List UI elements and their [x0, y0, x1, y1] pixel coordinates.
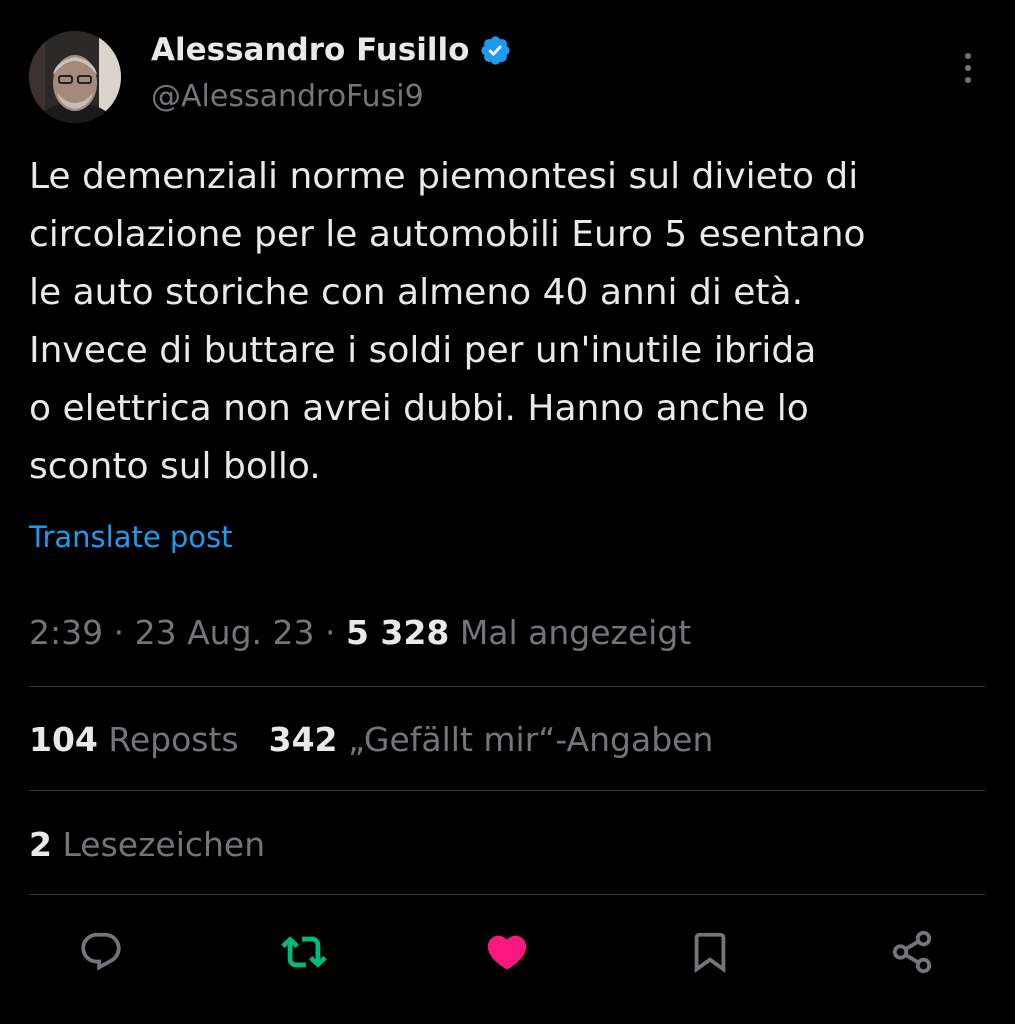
like-button[interactable]	[484, 929, 530, 975]
reposts-count: 104	[29, 720, 98, 759]
reposts-stat[interactable]: 104 Reposts	[29, 720, 239, 759]
likes-count: 342	[268, 720, 338, 759]
repost-button[interactable]	[281, 929, 327, 975]
more-dot	[965, 65, 971, 71]
divider	[29, 790, 986, 791]
bookmarks-stat[interactable]: 2 Lesezeichen	[29, 825, 265, 864]
tweet-text: Le demenziali norme piemontesi sul divie…	[29, 156, 866, 487]
repost-icon	[281, 936, 327, 968]
reply-icon	[81, 932, 121, 971]
divider	[29, 894, 986, 895]
tweet-date[interactable]: 23 Aug. 23	[135, 613, 315, 652]
views-label: Mal angezeigt	[459, 613, 692, 652]
meta-separator: ·	[314, 613, 346, 652]
share-icon	[892, 930, 932, 974]
tweet-meta: 2:39 · 23 Aug. 23 · 5 328 Mal angezeigt	[29, 613, 691, 652]
divider	[29, 686, 986, 687]
more-dot	[965, 77, 971, 83]
tweet-time[interactable]: 2:39	[29, 613, 103, 652]
author-name-text: Alessandro Fusillo	[151, 32, 470, 68]
heart-icon	[487, 935, 527, 970]
share-button[interactable]	[889, 929, 935, 975]
more-options-icon[interactable]	[950, 48, 986, 88]
author-handle[interactable]: @AlessandroFusi9	[151, 79, 424, 114]
likes-label: „Gefällt mir“-Angaben	[348, 720, 714, 759]
avatar-photo	[29, 31, 121, 123]
views-count: 5 328	[345, 613, 450, 652]
bookmarks-label: Lesezeichen	[62, 825, 266, 864]
author-name[interactable]: Alessandro Fusillo	[151, 32, 512, 68]
avatar[interactable]	[29, 31, 121, 123]
meta-separator: ·	[103, 613, 135, 652]
more-dot	[965, 53, 971, 59]
bookmark-icon	[694, 932, 726, 973]
reply-button[interactable]	[78, 929, 124, 975]
bookmark-button[interactable]	[687, 929, 733, 975]
reposts-label: Reposts	[108, 720, 239, 759]
translate-post-link[interactable]: Translate post	[29, 520, 233, 554]
verified-badge-icon[interactable]	[479, 34, 512, 67]
likes-stat[interactable]: 342 „Gefällt mir“-Angaben	[269, 720, 714, 759]
bookmarks-count: 2	[29, 825, 52, 864]
engagement-stats: 104 Reposts 342 „Gefällt mir“-Angaben	[29, 720, 713, 759]
